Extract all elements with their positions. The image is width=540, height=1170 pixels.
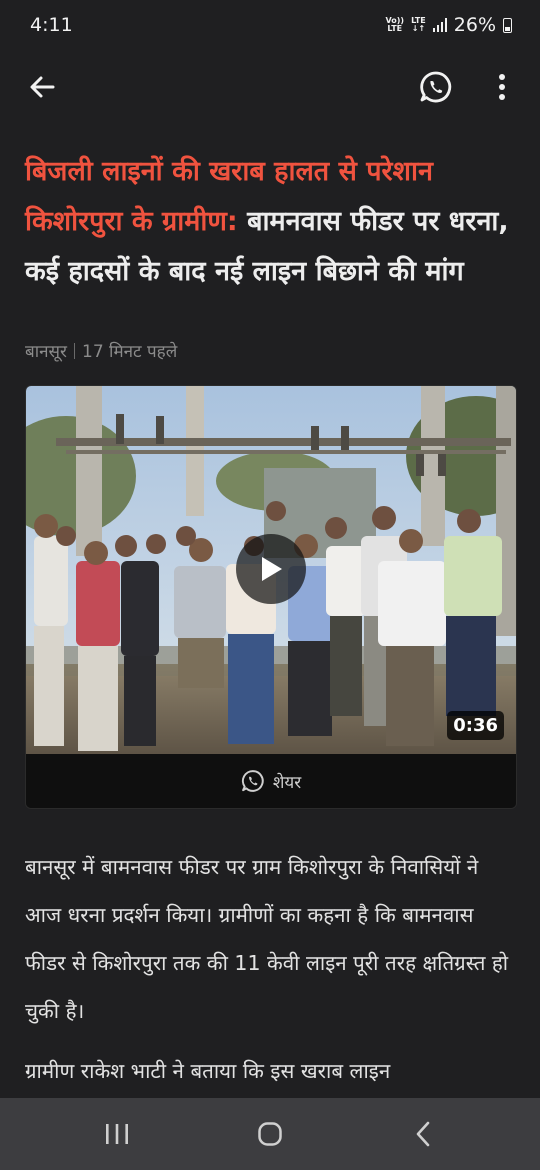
- home-button[interactable]: [240, 1109, 300, 1159]
- article-time: 17 मिनट पहले: [82, 342, 178, 362]
- article-paragraph: बानसूर में बामनवास फीडर पर ग्राम किशोरपु…: [25, 855, 509, 1023]
- status-bar: 4:11 Vo)) LTE LTE ↓↑ 26%: [0, 0, 540, 50]
- article-scroll-area[interactable]: बिजली लाइनों की खराब हालत से परेशान किशो…: [0, 123, 540, 1098]
- battery-level: 26%: [453, 14, 496, 36]
- video-card: 0:36 शेयर: [25, 385, 517, 809]
- lte-indicator: LTE ↓↑: [411, 16, 426, 33]
- back-button[interactable]: [22, 67, 62, 107]
- status-icons: Vo)) LTE LTE ↓↑ 26%: [385, 14, 512, 36]
- play-icon: [262, 557, 282, 581]
- more-options-button[interactable]: [482, 67, 522, 107]
- share-label: शेयर: [272, 772, 302, 793]
- more-vertical-icon: [499, 73, 505, 100]
- article-location: बानसूर: [25, 342, 67, 362]
- arrow-left-icon: [30, 76, 55, 97]
- video-share-button[interactable]: शेयर: [26, 754, 516, 808]
- whatsapp-icon: [241, 770, 264, 792]
- video-duration: 0:36: [447, 711, 504, 740]
- volte-indicator: Vo)) LTE: [385, 16, 405, 33]
- system-back-button[interactable]: [393, 1109, 453, 1159]
- article-headline: बिजली लाइनों की खराब हालत से परेशान किशो…: [25, 147, 515, 297]
- play-button[interactable]: [236, 534, 306, 604]
- meta-divider: [74, 342, 75, 359]
- battery-icon: [503, 17, 512, 33]
- recent-apps-icon: [105, 1124, 128, 1144]
- signal-icon: [432, 18, 447, 32]
- chevron-left-icon: [417, 1121, 430, 1147]
- app-bar: [0, 50, 540, 123]
- whatsapp-icon: [420, 71, 452, 102]
- home-icon: [258, 1122, 282, 1146]
- article-paragraph: ग्रामीण राकेश भाटी ने बताया कि इस खराब ल…: [25, 1059, 391, 1083]
- recent-apps-button[interactable]: [87, 1109, 147, 1159]
- system-nav-bar: [0, 1098, 540, 1170]
- status-time: 4:11: [30, 14, 73, 36]
- whatsapp-share-button[interactable]: [416, 67, 456, 107]
- article-meta: बानसूर 17 मिनट पहले: [25, 339, 177, 362]
